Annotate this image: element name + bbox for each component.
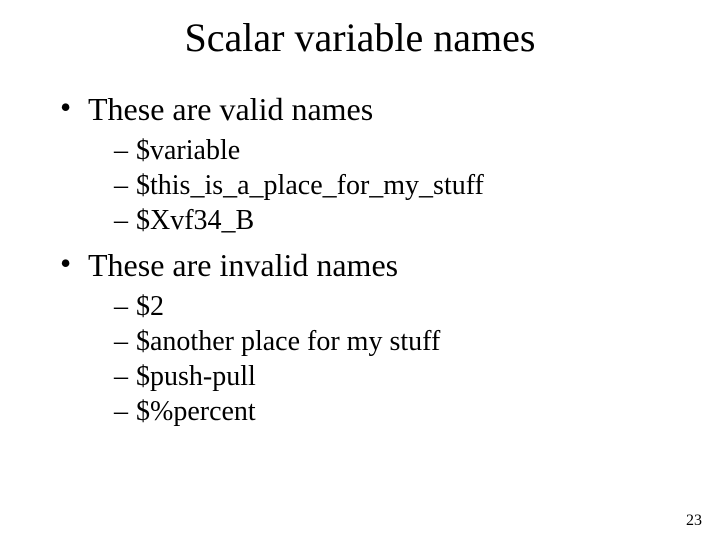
list-item-text: $2: [136, 291, 164, 322]
list-item: $%percent: [114, 395, 680, 428]
list-item: $push-pull: [114, 360, 680, 393]
list-item: These are invalid names $2 $another plac…: [60, 247, 680, 428]
slide-title: Scalar variable names: [0, 0, 720, 71]
list-item-text: $Xvf34_B: [136, 205, 254, 236]
page-number: 23: [686, 512, 702, 530]
list-item-text: $%percent: [136, 396, 256, 427]
list-item: $Xvf34_B: [114, 204, 680, 237]
slide: Scalar variable names These are valid na…: [0, 0, 720, 540]
list-item: These are valid names $variable $this_is…: [60, 91, 680, 237]
list-item-text: $push-pull: [136, 361, 256, 392]
bullet-list-level1: These are valid names $variable $this_is…: [60, 91, 680, 428]
list-item-text: $variable: [136, 135, 240, 166]
list-item: $this_is_a_place_for_my_stuff: [114, 169, 680, 202]
slide-content: These are valid names $variable $this_is…: [0, 71, 720, 428]
list-item-text: These are invalid names: [88, 247, 398, 283]
list-item-text: $this_is_a_place_for_my_stuff: [136, 170, 484, 201]
list-item: $variable: [114, 134, 680, 167]
list-item: $2: [114, 290, 680, 323]
list-item-text: These are valid names: [88, 91, 373, 127]
list-item: $another place for my stuff: [114, 325, 680, 358]
list-item-text: $another place for my stuff: [136, 326, 440, 357]
bullet-list-level2: $variable $this_is_a_place_for_my_stuff …: [88, 134, 680, 237]
bullet-list-level2: $2 $another place for my stuff $push-pul…: [88, 290, 680, 428]
